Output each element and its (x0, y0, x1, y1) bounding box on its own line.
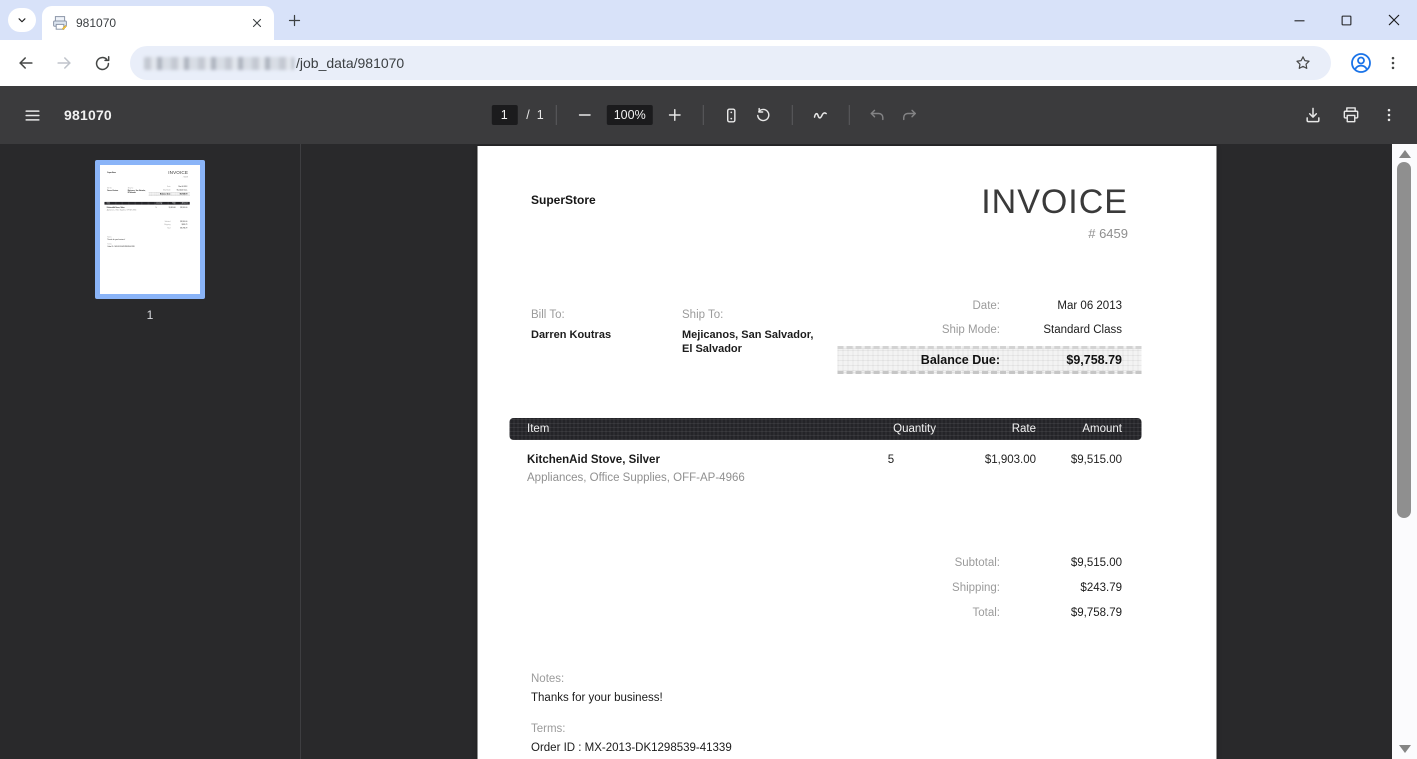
scrollbar-down-arrow[interactable] (1399, 745, 1411, 753)
invoice-thumbnail-document: SuperStore INVOICE # 6459 Bill To: Darre… (100, 165, 200, 294)
window-close-button[interactable] (1370, 0, 1417, 40)
invoice-date-row: Date: Mar 06 2013 (837, 294, 1141, 318)
browser-tab[interactable]: 981070 (42, 6, 274, 40)
scrollbar-thumb[interactable] (1397, 162, 1411, 518)
page-thumbnail[interactable]: SuperStore INVOICE # 6459 Bill To: Darre… (95, 160, 205, 299)
vertical-scrollbar[interactable] (1392, 144, 1417, 759)
page-separator: / (526, 108, 529, 122)
tab-title: 981070 (76, 16, 248, 30)
page-count: 1 (537, 108, 544, 122)
bill-to-label: Bill To: (531, 309, 682, 321)
browser-menu-kebab-icon[interactable] (1377, 47, 1409, 79)
pdf-toolbar: 981070 / 1 100% (0, 86, 1417, 144)
invoice-line-items-table: Item Quantity Rate Amount KitchenAid Sto… (509, 418, 1141, 484)
redacted-url-segment (144, 57, 294, 70)
invoice-ship-mode-row: Ship Mode: Standard Class (837, 318, 1141, 342)
pdf-document-title: 981070 (64, 107, 112, 123)
toolbar-divider (792, 105, 793, 125)
subtotal-row: Subtotal: $9,515.00 (837, 550, 1141, 575)
document-viewer: SuperStore INVOICE # 6459 Bill To: Darre… (301, 144, 1392, 759)
total-row: Total: $9,758.79 (837, 600, 1141, 625)
thumbnail-page-number: 1 (147, 308, 154, 322)
undo-button[interactable] (862, 99, 894, 131)
tab-search-button[interactable] (8, 8, 36, 32)
invoice-page: SuperStore INVOICE # 6459 Bill To: Darre… (477, 146, 1216, 759)
table-row: KitchenAid Stove, Silver Appliances, Off… (509, 440, 1141, 484)
redo-button[interactable] (894, 99, 926, 131)
ship-to-label: Ship To: (682, 309, 822, 321)
tab-close-icon[interactable] (248, 14, 266, 32)
url-visible-path: /job_data/981070 (296, 55, 404, 71)
print-icon[interactable] (1335, 99, 1367, 131)
rotate-icon[interactable] (748, 99, 780, 131)
back-button[interactable] (10, 47, 42, 79)
bill-to-name: Darren Koutras (531, 328, 663, 342)
toolbar-divider (703, 105, 704, 125)
invoice-company-name: SuperStore (531, 184, 596, 241)
terms-label: Terms: (531, 723, 1162, 735)
window-minimize-button[interactable] (1276, 0, 1323, 40)
bookmark-star-icon[interactable] (1289, 49, 1317, 77)
url-address-bar[interactable]: /job_data/981070 (130, 46, 1331, 80)
browser-urlbar-row: /job_data/981070 (0, 40, 1417, 86)
invoice-title: INVOICE (981, 184, 1128, 221)
notes-label: Notes: (531, 673, 1162, 685)
profile-avatar-button[interactable] (1345, 47, 1377, 79)
pdf-more-options-kebab-icon[interactable] (1373, 99, 1405, 131)
reload-button[interactable] (86, 47, 118, 79)
balance-due-row: Balance Due: $9,758.79 (837, 346, 1141, 374)
invoice-number: # 6459 (981, 226, 1128, 241)
terms-text: Order ID : MX-2013-DK1298539-41339 (531, 742, 1162, 754)
thumbnail-sidebar: SuperStore INVOICE # 6459 Bill To: Darre… (0, 144, 301, 759)
notes-text: Thanks for your business! (531, 692, 1162, 704)
new-tab-button[interactable] (280, 6, 308, 34)
ship-to-address: Mejicanos, San Salvador, El Salvador (682, 328, 814, 356)
pdf-viewer-content: SuperStore INVOICE # 6459 Bill To: Darre… (0, 144, 1417, 759)
browser-titlebar: 981070 (0, 0, 1417, 40)
zoom-level-value[interactable]: 100% (607, 105, 653, 125)
table-header-row: Item Quantity Rate Amount (509, 418, 1141, 440)
invoice-document: SuperStore INVOICE # 6459 Bill To: Darre… (477, 146, 1216, 759)
annotate-icon[interactable] (805, 99, 837, 131)
menu-icon[interactable] (16, 99, 48, 131)
forward-button[interactable] (48, 47, 80, 79)
toolbar-divider (849, 105, 850, 125)
invoice-totals: Subtotal: $9,515.00 Shipping: $243.79 To… (837, 550, 1141, 625)
shipping-row: Shipping: $243.79 (837, 575, 1141, 600)
fit-page-button[interactable] (716, 99, 748, 131)
page-number-input[interactable] (491, 105, 517, 125)
zoom-in-button[interactable] (659, 99, 691, 131)
download-icon[interactable] (1297, 99, 1329, 131)
chevron-down-icon (15, 13, 29, 27)
window-maximize-button[interactable] (1323, 0, 1370, 40)
tab-favicon-icon (52, 15, 68, 31)
invoice-notes-terms: Notes: Thanks for your business! Terms: … (531, 673, 1162, 754)
zoom-out-button[interactable] (569, 99, 601, 131)
scrollbar-up-arrow[interactable] (1399, 150, 1411, 158)
toolbar-divider (556, 105, 557, 125)
